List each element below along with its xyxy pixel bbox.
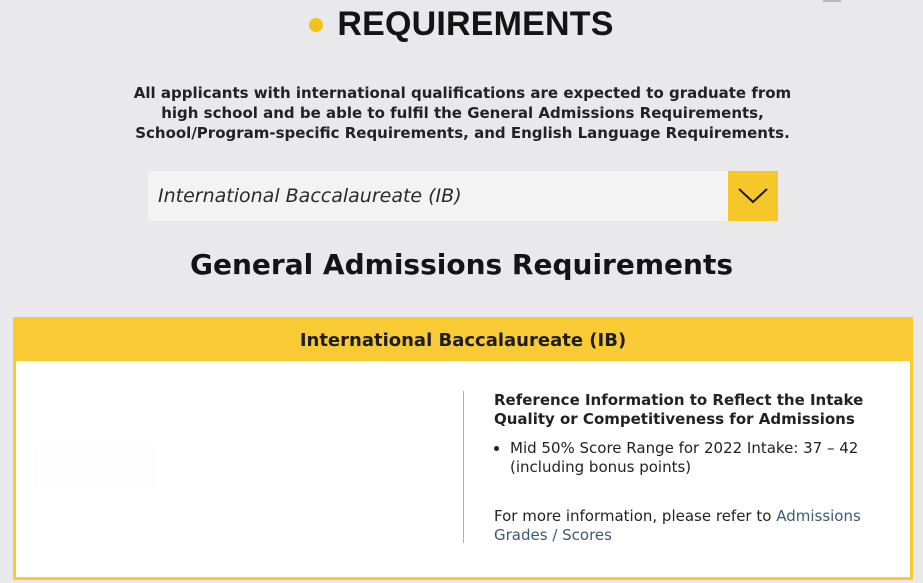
dropdown-toggle-button[interactable]: [728, 171, 778, 221]
chevron-down-icon: [738, 188, 768, 204]
section-heading: General Admissions Requirements: [189, 248, 734, 281]
more-info-text: For more information, please refer to Ad…: [494, 507, 884, 545]
intro-text: All applicants with international qualif…: [133, 84, 792, 142]
requirements-title: REQUIREMENTS: [337, 4, 614, 43]
requirements-panel: International Baccalaureate (IB) Referen…: [13, 317, 913, 580]
page: REQUIREMENTS All applicants with interna…: [0, 0, 923, 583]
panel-header: International Baccalaureate (IB): [16, 320, 910, 361]
qualification-dropdown[interactable]: International Baccalaureate (IB): [148, 171, 778, 221]
reference-list: Mid 50% Score Range for 2022 Intake: 37 …: [494, 439, 884, 477]
column-divider: [463, 391, 464, 543]
bullet-dot-icon: [309, 18, 324, 32]
more-info-prefix: For more information, please refer to: [494, 507, 777, 525]
reference-title: Reference Information to Reflect the Int…: [494, 391, 864, 428]
requirements-header: REQUIREMENTS: [0, 2, 923, 46]
qualification-selected-value: International Baccalaureate (IB): [158, 185, 462, 207]
blank-content-block: [34, 447, 156, 487]
reference-info: Reference Information to Reflect the Int…: [494, 391, 884, 545]
reference-list-item: Mid 50% Score Range for 2022 Intake: 37 …: [510, 439, 884, 477]
panel-body: Reference Information to Reflect the Int…: [16, 361, 910, 577]
